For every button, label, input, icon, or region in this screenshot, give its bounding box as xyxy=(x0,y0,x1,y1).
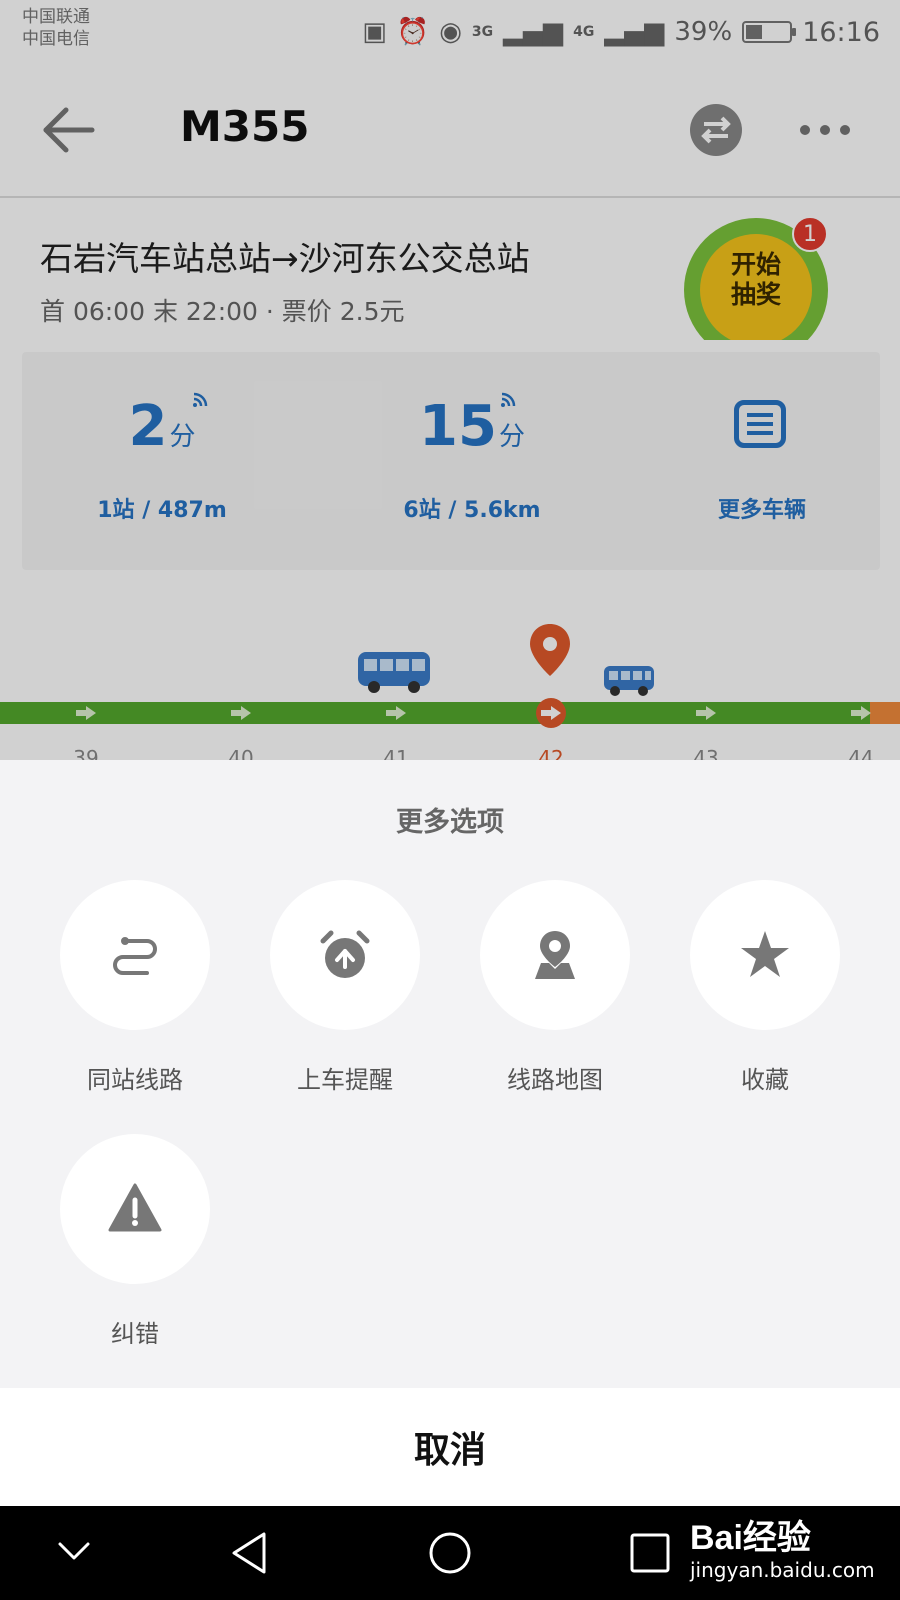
option-boarding-reminder[interactable]: 上车提醒 xyxy=(260,880,430,1094)
map-pin-icon xyxy=(535,931,575,979)
cancel-button[interactable]: 取消 xyxy=(0,1388,900,1506)
bus-route-screen: 中国联通 中国电信 ▣ ⏰ ◉ 3G ▂▄▆ 4G ▂▄▆ 39% 16:16 … xyxy=(0,0,900,760)
more-options-sheet: 更多选项 同站线路 上车提醒 线路地图 收藏 纠错 xyxy=(0,760,900,1388)
option-report-error[interactable]: 纠错 xyxy=(50,1134,220,1348)
watermark-brand: Bai经验 xyxy=(690,1519,811,1557)
option-icon-circle xyxy=(60,1134,210,1284)
sheet-title: 更多选项 xyxy=(396,807,504,838)
option-route-map[interactable]: 线路地图 xyxy=(470,880,640,1094)
nav-home-icon[interactable] xyxy=(428,1530,472,1576)
nav-recents-icon[interactable] xyxy=(628,1530,672,1576)
option-label: 收藏 xyxy=(741,1066,789,1094)
watermark: Bai经验 jingyan.baidu.com xyxy=(690,1518,875,1582)
system-nav-bar: Bai经验 jingyan.baidu.com xyxy=(0,1506,900,1600)
cancel-label: 取消 xyxy=(413,1430,486,1471)
option-label: 线路地图 xyxy=(507,1066,603,1094)
option-label: 纠错 xyxy=(111,1320,159,1348)
watermark-url: jingyan.baidu.com xyxy=(690,1558,875,1582)
option-label: 上车提醒 xyxy=(297,1066,393,1094)
option-favorite[interactable]: 收藏 xyxy=(680,880,850,1094)
route-transfer-icon xyxy=(113,937,157,975)
warning-icon xyxy=(108,1183,162,1232)
option-icon-circle xyxy=(480,880,630,1030)
option-icon-circle xyxy=(690,880,840,1030)
nav-back-icon[interactable] xyxy=(228,1530,272,1576)
modal-overlay[interactable] xyxy=(0,0,900,760)
star-icon xyxy=(741,931,789,977)
option-icon-circle xyxy=(270,880,420,1030)
chevron-down-icon[interactable] xyxy=(56,1536,92,1566)
option-icon-circle xyxy=(60,880,210,1030)
option-same-stop-routes[interactable]: 同站线路 xyxy=(50,880,220,1094)
alarm-clock-icon xyxy=(320,930,370,978)
option-label: 同站线路 xyxy=(87,1066,183,1094)
